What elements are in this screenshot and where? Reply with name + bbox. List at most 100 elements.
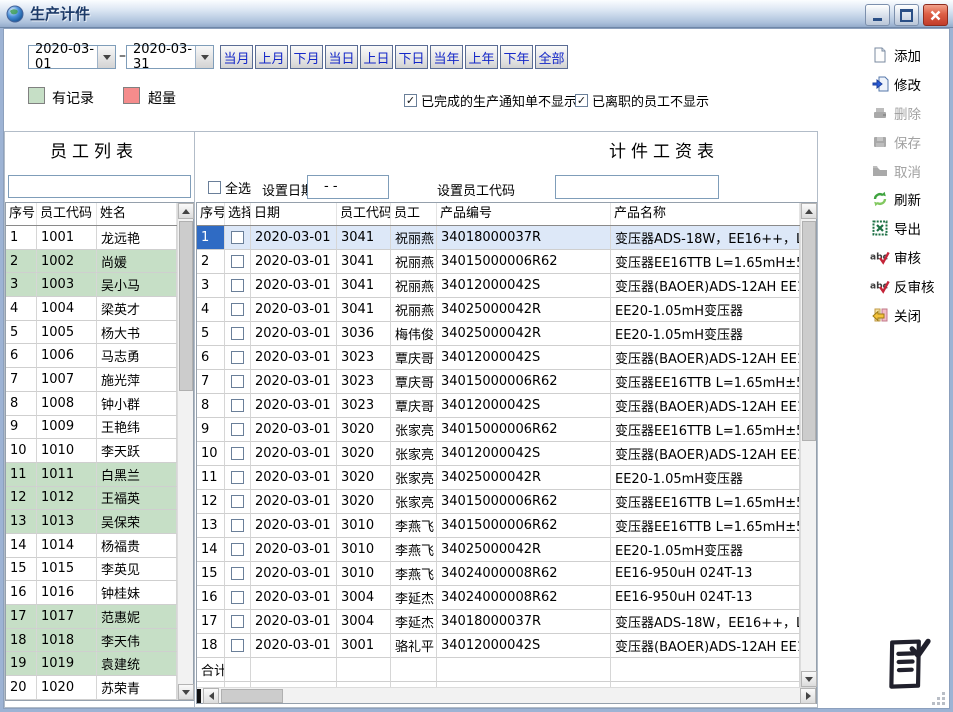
row-select-checkbox[interactable] <box>225 322 251 346</box>
range-button-上月[interactable]: 上月 <box>255 45 288 69</box>
range-button-全部[interactable]: 全部 <box>535 45 568 69</box>
filter-resigned-employees[interactable]: ✓已离职的员工不显示 <box>575 91 709 110</box>
row-select-checkbox[interactable] <box>225 346 251 370</box>
range-button-下月[interactable]: 下月 <box>290 45 323 69</box>
piecework-row[interactable]: 102020-03-013020张家亮34012000042S变压器(BAOER… <box>197 442 816 466</box>
employee-table-scrollbar[interactable] <box>177 203 193 700</box>
set-date-input[interactable]: - - <box>307 175 389 199</box>
piecework-row[interactable]: 132020-03-013010李燕飞34015000006R62变压器EE16… <box>197 514 816 538</box>
range-button-下年[interactable]: 下年 <box>500 45 533 69</box>
piecework-row[interactable]: 122020-03-013020张家亮34015000006R62变压器EE16… <box>197 490 816 514</box>
sidebar-button-add[interactable]: 添加 <box>860 41 946 70</box>
employee-row[interactable]: 131013吴保荣 <box>6 510 193 534</box>
date-to-dropdown-button[interactable] <box>195 46 213 68</box>
employee-row[interactable]: 181018李天伟 <box>6 629 193 653</box>
row-select-checkbox[interactable] <box>225 298 251 322</box>
sidebar-button-audit[interactable]: abc审核 <box>860 243 946 272</box>
select-all-checkbox[interactable]: 全选 <box>208 178 251 197</box>
row-select-checkbox[interactable] <box>225 634 251 658</box>
piecework-row[interactable]: 112020-03-013020张家亮34025000042REE20-1.05… <box>197 466 816 490</box>
scrollbar-thumb[interactable] <box>802 221 816 441</box>
employee-row[interactable]: 41004梁英才 <box>6 297 193 321</box>
piecework-row[interactable]: 32020-03-013041祝丽燕34012000042S变压器(BAOER)… <box>197 274 816 298</box>
row-select-checkbox[interactable] <box>225 226 251 250</box>
row-select-checkbox[interactable] <box>225 442 251 466</box>
edit-icon <box>870 76 890 93</box>
piecework-row[interactable]: 12020-03-013041祝丽燕34018000037R变压器ADS-18W… <box>197 226 816 250</box>
piecework-row[interactable]: 72020-03-013023覃庆哥34015000006R62变压器EE16T… <box>197 370 816 394</box>
employee-row[interactable]: 11001龙远艳 <box>6 226 193 250</box>
sidebar-button-close[interactable]: 关闭 <box>860 300 946 329</box>
row-select-checkbox[interactable] <box>225 538 251 562</box>
resize-grip[interactable] <box>932 692 945 705</box>
range-button-下日[interactable]: 下日 <box>395 45 428 69</box>
employee-row[interactable]: 191019袁建统 <box>6 652 193 676</box>
piecework-row[interactable]: 182020-03-013001骆礼平34012000042S变压器(BAOER… <box>197 634 816 658</box>
date-from-combobox[interactable]: 2020-03-01 <box>28 45 116 69</box>
set-code-input[interactable] <box>555 175 719 199</box>
employee-row[interactable]: 201020苏荣青 <box>6 676 193 700</box>
row-select-checkbox[interactable] <box>225 370 251 394</box>
employee-row[interactable]: 51005杨大书 <box>6 321 193 345</box>
sidebar-button-refresh[interactable]: 刷新 <box>860 185 946 214</box>
employee-row[interactable]: 141014杨福贵 <box>6 534 193 558</box>
sidebar-button-unaudit[interactable]: abc反审核 <box>860 271 946 300</box>
piecework-cell: 2020-03-01 <box>251 586 337 610</box>
piecework-row[interactable]: 42020-03-013041祝丽燕34025000042REE20-1.05m… <box>197 298 816 322</box>
employee-cell: 1001 <box>37 226 97 250</box>
piecework-cell: 12 <box>197 490 225 514</box>
range-button-上年[interactable]: 上年 <box>465 45 498 69</box>
employee-row[interactable]: 61006马志勇 <box>6 344 193 368</box>
piecework-row[interactable]: 152020-03-013010李燕飞34024000008R62EE16-95… <box>197 562 816 586</box>
piecework-row[interactable]: 172020-03-013004李延杰34018000037R变压器ADS-18… <box>197 610 816 634</box>
employee-row[interactable]: 101010李天跃 <box>6 439 193 463</box>
employee-row[interactable]: 91009王艳纬 <box>6 416 193 440</box>
employee-row[interactable]: 71007施光萍 <box>6 368 193 392</box>
piecework-row[interactable]: 22020-03-013041祝丽燕34015000006R62变压器EE16T… <box>197 250 816 274</box>
employee-row[interactable]: 171017范惠妮 <box>6 605 193 629</box>
range-button-上日[interactable]: 上日 <box>360 45 393 69</box>
maximize-button[interactable] <box>894 4 919 26</box>
sidebar-button-modify[interactable]: 修改 <box>860 70 946 99</box>
range-button-当年[interactable]: 当年 <box>430 45 463 69</box>
date-to-combobox[interactable]: 2020-03-31 <box>126 45 214 69</box>
piecework-row[interactable]: 82020-03-013023覃庆哥34012000042S变压器(BAOER)… <box>197 394 816 418</box>
piecework-row[interactable]: 142020-03-013010李燕飞34025000042REE20-1.05… <box>197 538 816 562</box>
range-button-当月[interactable]: 当月 <box>220 45 253 69</box>
employee-row[interactable]: 151015李英见 <box>6 558 193 582</box>
filter-completed-orders[interactable]: ✓已完成的生产通知单不显示 <box>404 91 577 110</box>
date-from-dropdown-button[interactable] <box>97 46 115 68</box>
piecework-row[interactable]: 62020-03-013023覃庆哥34012000042S变压器(BAOER)… <box>197 346 816 370</box>
range-button-当日[interactable]: 当日 <box>325 45 358 69</box>
row-select-checkbox[interactable] <box>225 562 251 586</box>
scrollbar-thumb[interactable] <box>179 221 193 391</box>
piecework-row[interactable]: 92020-03-013020张家亮34015000006R62变压器EE16T… <box>197 418 816 442</box>
employee-row[interactable]: 111011白黑兰 <box>6 463 193 487</box>
row-select-checkbox[interactable] <box>225 610 251 634</box>
employee-search-input[interactable] <box>8 175 191 198</box>
piecework-cell: 2 <box>197 250 225 274</box>
close-button[interactable] <box>923 4 948 26</box>
employee-row[interactable]: 81008钟小群 <box>6 392 193 416</box>
row-select-checkbox[interactable] <box>225 586 251 610</box>
employee-cell: 1017 <box>37 605 97 629</box>
splitter-handle[interactable] <box>197 689 201 703</box>
employee-row[interactable]: 21002尚媛 <box>6 250 193 274</box>
row-select-checkbox[interactable] <box>225 250 251 274</box>
scrollbar-thumb[interactable] <box>221 689 283 703</box>
minimize-button[interactable] <box>865 4 890 26</box>
piecework-table-hscrollbar[interactable] <box>197 687 816 703</box>
employee-row[interactable]: 121012王福英 <box>6 487 193 511</box>
piecework-row[interactable]: 162020-03-013004李延杰34024000008R62EE16-95… <box>197 586 816 610</box>
employee-row[interactable]: 31003吴小马 <box>6 273 193 297</box>
piecework-row[interactable]: 52020-03-013036梅伟俊34025000042REE20-1.05m… <box>197 322 816 346</box>
row-select-checkbox[interactable] <box>225 490 251 514</box>
sidebar-button-export[interactable]: 导出 <box>860 214 946 243</box>
row-select-checkbox[interactable] <box>225 418 251 442</box>
row-select-checkbox[interactable] <box>225 394 251 418</box>
row-select-checkbox[interactable] <box>225 466 251 490</box>
piecework-table-vscrollbar[interactable] <box>800 203 816 687</box>
row-select-checkbox[interactable] <box>225 514 251 538</box>
employee-row[interactable]: 161016钟桂妹 <box>6 581 193 605</box>
row-select-checkbox[interactable] <box>225 274 251 298</box>
